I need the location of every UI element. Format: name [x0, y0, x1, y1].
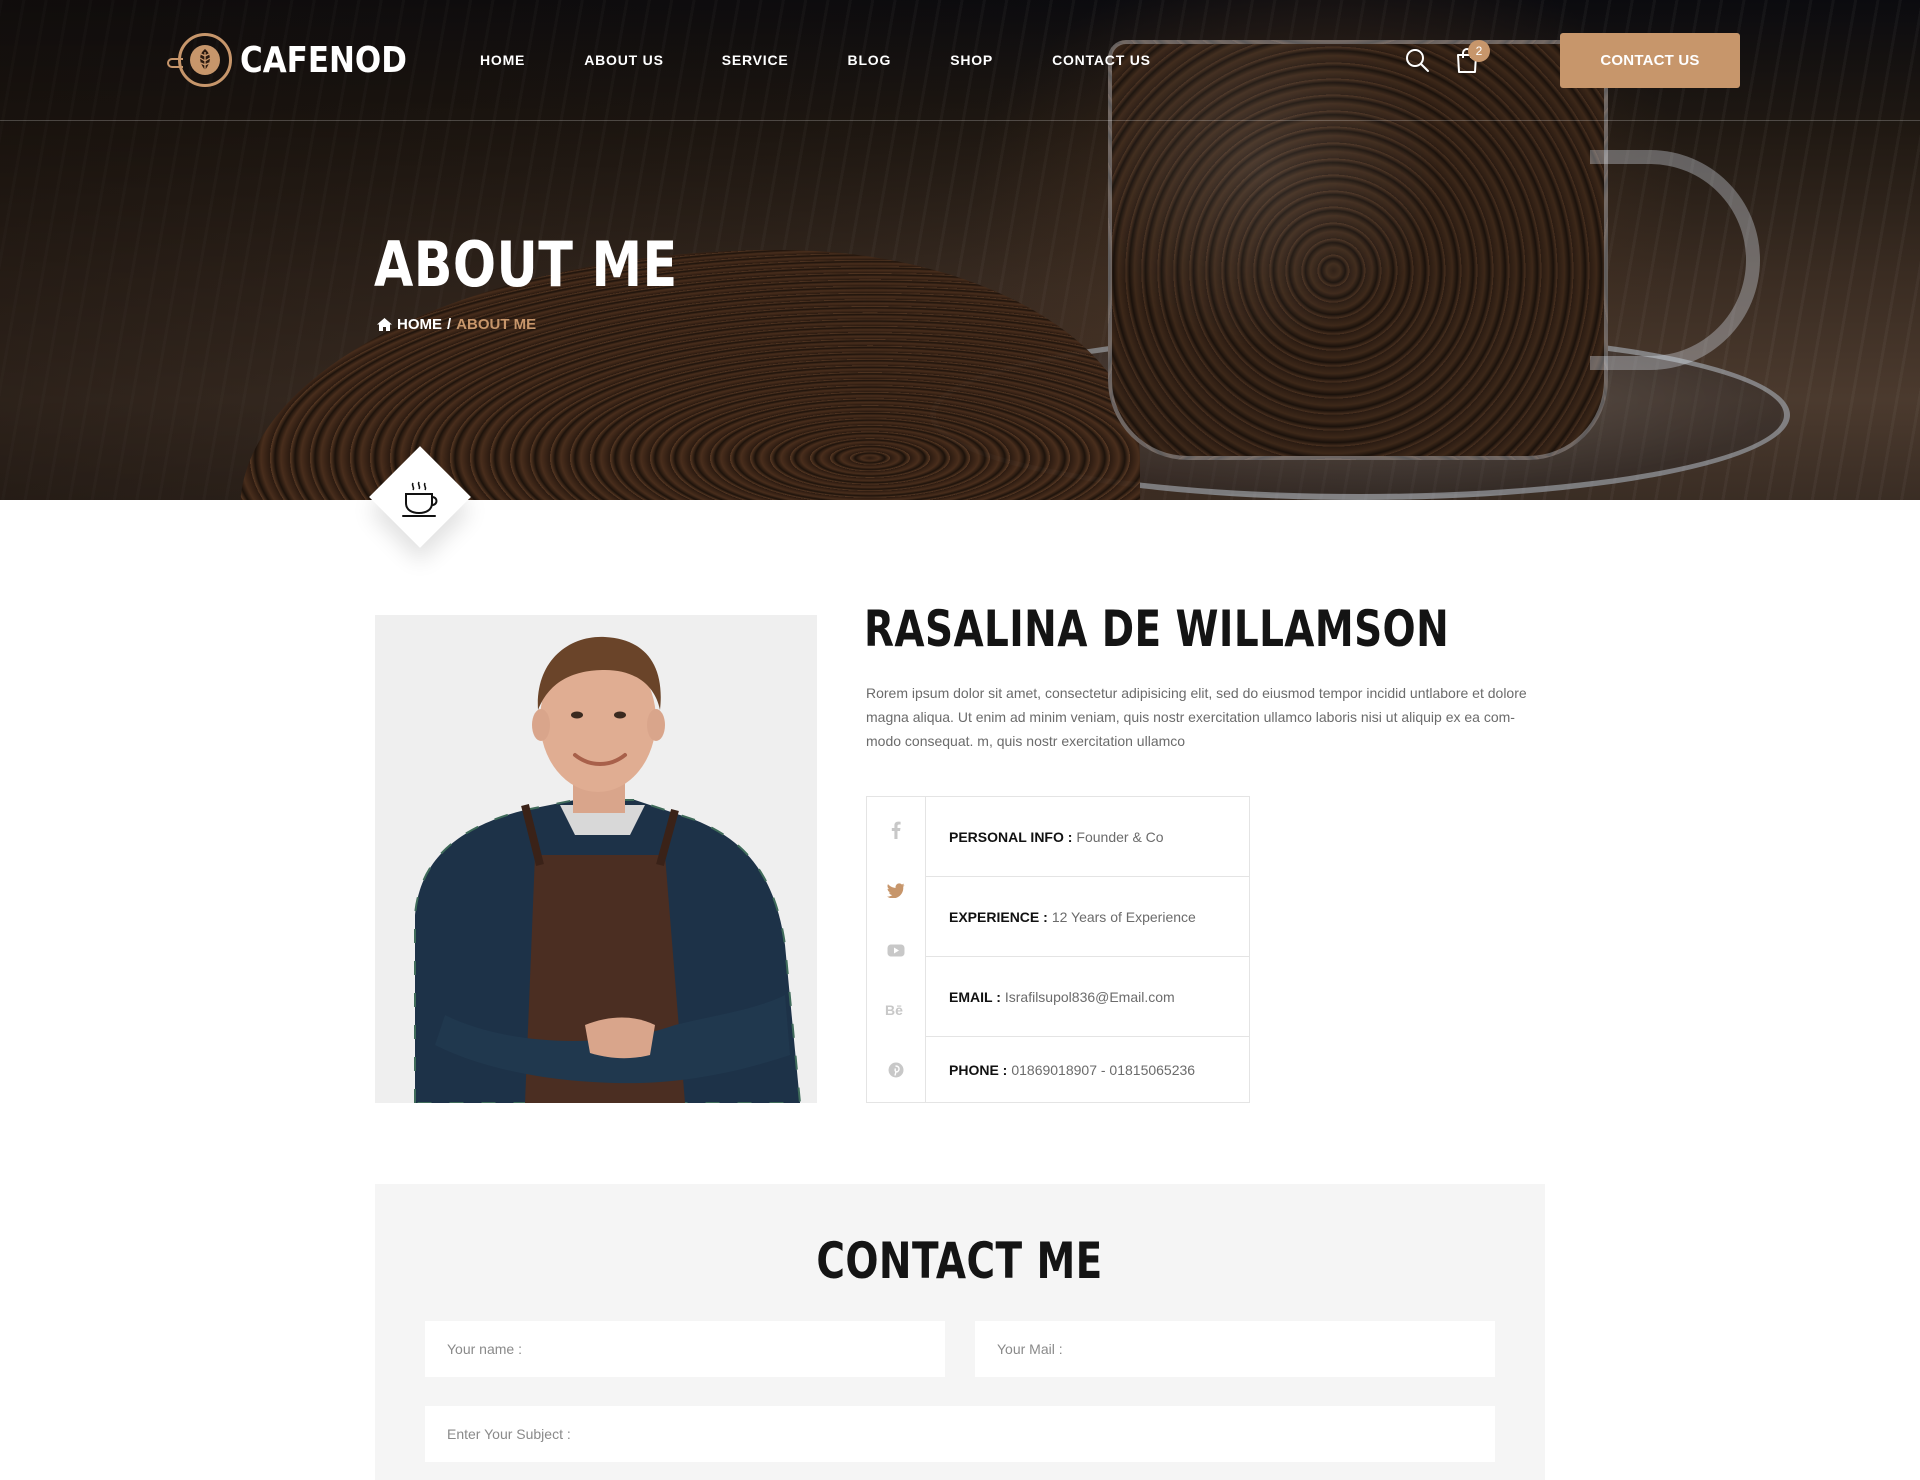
subject-input[interactable]	[425, 1406, 1495, 1462]
contact-section: CONTACT ME	[375, 1184, 1545, 1480]
info-value: 01869018907 - 01815065236	[1011, 1061, 1196, 1078]
breadcrumb-current: ABOUT ME	[456, 316, 537, 333]
name-input[interactable]	[425, 1321, 945, 1377]
site-header: CAFENOD HOME ABOUT US SERVICE BLOG SHOP …	[0, 0, 1920, 121]
nav-home[interactable]: HOME	[480, 52, 525, 68]
info-label: EXPERIENCE :	[949, 908, 1048, 925]
nav-service[interactable]: SERVICE	[722, 52, 789, 68]
breadcrumb: HOME / ABOUT ME	[376, 316, 536, 333]
breadcrumb-separator: /	[447, 316, 452, 333]
nav-blog[interactable]: BLOG	[848, 52, 892, 68]
home-icon	[377, 318, 392, 331]
profile-bio: Rorem ipsum dolor sit amet, consectetur …	[866, 685, 1527, 749]
cart-count-badge: 2	[1468, 40, 1490, 62]
info-value: Israfilsupol836@Email.com	[1004, 988, 1175, 1005]
nav-contact-us[interactable]: CONTACT US	[1052, 52, 1151, 68]
profile-name: RASALINA DE WILLAMSON	[864, 600, 1450, 658]
twitter-icon[interactable]	[884, 879, 908, 901]
info-row-personal: PERSONAL INFO : Founder & Co	[926, 797, 1249, 877]
info-label: EMAIL :	[949, 988, 1001, 1005]
pinterest-icon[interactable]	[884, 1059, 908, 1081]
nav-shop[interactable]: SHOP	[950, 52, 993, 68]
contact-title-text: CONTACT ME	[816, 1232, 1104, 1290]
facebook-icon[interactable]	[884, 819, 908, 841]
contact-us-button[interactable]: CONTACT US	[1560, 33, 1740, 88]
info-value: Founder & Co	[1076, 828, 1164, 845]
breadcrumb-home-link[interactable]: HOME	[397, 316, 442, 333]
info-label: PERSONAL INFO :	[949, 828, 1073, 845]
svg-text:Bē: Bē	[885, 1003, 903, 1017]
main-nav: HOME ABOUT US SERVICE BLOG SHOP CONTACT …	[480, 52, 1210, 68]
youtube-icon[interactable]	[884, 939, 908, 961]
search-icon[interactable]	[1404, 47, 1430, 73]
cup-handle-image	[1590, 150, 1760, 370]
page-title: ABOUT ME	[374, 228, 678, 301]
info-row-experience: EXPERIENCE : 12 Years of Experience	[926, 877, 1249, 957]
info-value: 12 Years of Experience	[1051, 908, 1196, 925]
brand-name: CAFENOD	[240, 39, 407, 81]
behance-icon[interactable]: Bē	[884, 999, 908, 1021]
info-label: PHONE :	[949, 1061, 1008, 1078]
info-row-phone: PHONE : 01869018907 - 01815065236	[926, 1037, 1249, 1102]
coffee-cup-icon	[402, 481, 438, 517]
nav-about-us[interactable]: ABOUT US	[584, 52, 664, 68]
contact-title: CONTACT ME	[375, 1232, 1545, 1290]
email-input[interactable]	[975, 1321, 1495, 1377]
info-card: Bē PERSONAL INFO : Founder & Co EXPERIEN…	[866, 796, 1250, 1103]
social-links: Bē	[867, 797, 926, 1102]
profile-photo	[375, 615, 817, 1103]
logo[interactable]: CAFENOD	[167, 33, 434, 87]
info-row-email: EMAIL : Israfilsupol836@Email.com	[926, 957, 1249, 1037]
latte-art-icon	[167, 33, 232, 87]
